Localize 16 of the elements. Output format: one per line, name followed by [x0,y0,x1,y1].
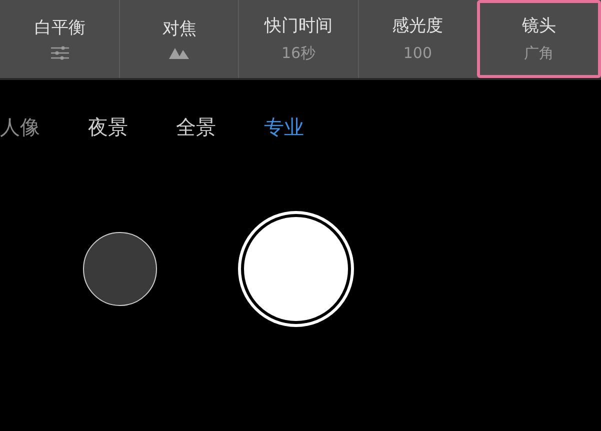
setting-value: 100 [403,44,432,62]
setting-label: 感光度 [392,16,444,36]
mode-tab[interactable]: 夜景 [88,114,128,140]
mode-tab[interactable]: 人像 [0,114,40,140]
setting-value: 16秒 [281,44,316,62]
mode-tab[interactable]: 专业 [264,114,304,140]
setting-tile[interactable]: 对焦 [119,0,238,78]
setting-tile[interactable]: 镜头 广角 [476,0,601,78]
setting-label: 快门时间 [264,16,332,36]
setting-label: 白平衡 [34,18,86,38]
mode-tab[interactable]: 全景 [176,114,216,140]
mountain-icon [169,47,190,59]
setting-label: 对焦 [162,19,196,39]
setting-value: 广角 [524,44,554,62]
sliders-icon [51,46,70,60]
setting-label: 镜头 [522,16,556,36]
